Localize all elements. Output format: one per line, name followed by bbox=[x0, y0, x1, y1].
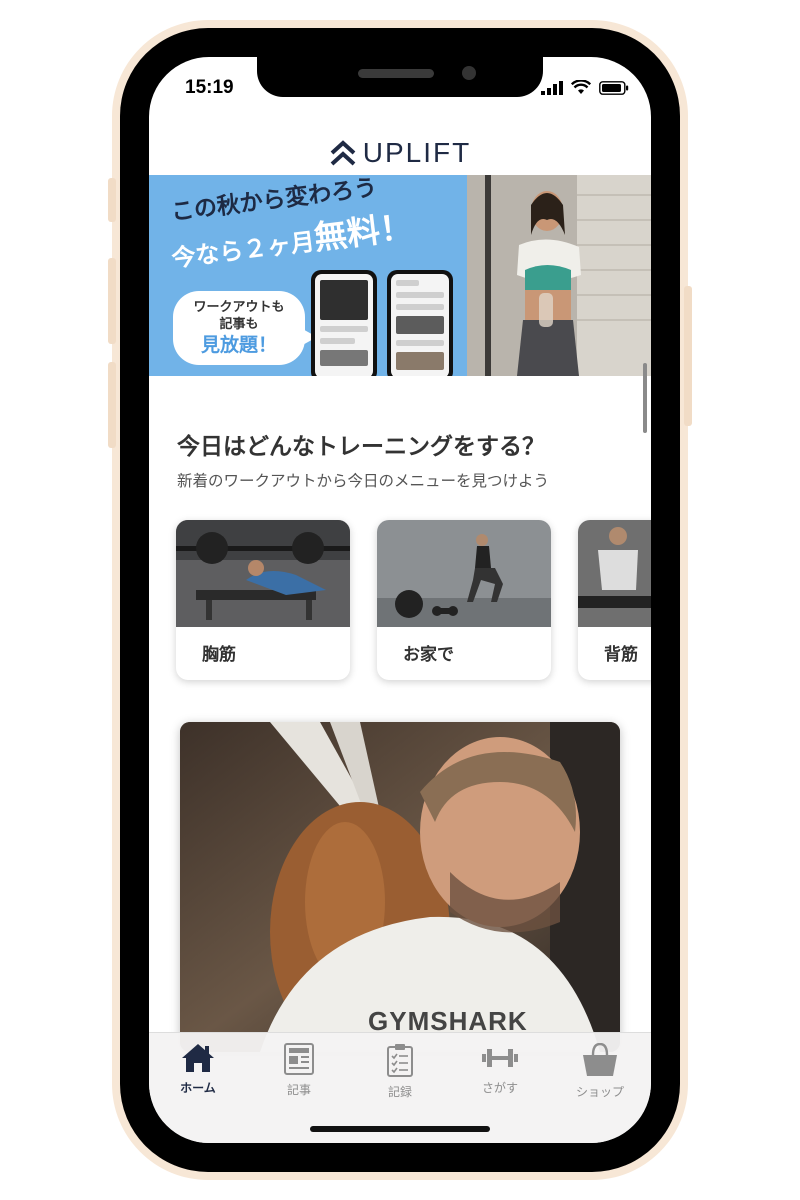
section-title: 今日はどんなトレーニングをする？ bbox=[177, 434, 545, 460]
notch bbox=[257, 57, 543, 97]
tab-shop[interactable]: ショップ bbox=[560, 1043, 640, 1107]
banner-offer-prefix: 今なら２ヶ月 bbox=[170, 227, 317, 273]
tab-label-shop: ショップ bbox=[575, 1085, 624, 1099]
home-icon bbox=[182, 1044, 214, 1072]
section-subtitle: 新着のワークアウトから今日のメニューを見つけよう bbox=[177, 472, 550, 490]
front-camera bbox=[462, 66, 476, 80]
home-workout-photo bbox=[377, 520, 551, 627]
battery-icon bbox=[599, 81, 629, 95]
home-indicator[interactable] bbox=[310, 1126, 490, 1132]
power-button bbox=[684, 286, 692, 426]
device-mockup: 15:19 UPLIFT この秋から変わろう 今なら２ヶ月無料！ ワークアウトも… bbox=[0, 0, 800, 1200]
banner-offer-highlight: 無料！ bbox=[311, 206, 415, 258]
scroll-indicator[interactable] bbox=[643, 363, 647, 433]
back-workout-photo bbox=[578, 520, 651, 627]
category-card-chest[interactable]: 胸筋 bbox=[176, 520, 350, 680]
status-time: 15:19 bbox=[185, 77, 234, 98]
dumbbell-icon bbox=[482, 1049, 518, 1067]
tab-articles[interactable]: 記事 bbox=[259, 1043, 339, 1107]
category-label-back: 背筋 bbox=[604, 645, 638, 665]
tab-records[interactable]: 記録 bbox=[360, 1043, 440, 1107]
category-image-chest bbox=[176, 520, 350, 627]
bubble-line-3: 見放題！ bbox=[200, 334, 277, 356]
mockup-phone-right bbox=[387, 270, 453, 376]
bubble-line-1: ワークアウトも bbox=[193, 300, 285, 315]
category-image-back bbox=[578, 520, 651, 627]
speech-bubble: ワークアウトも 記事も 見放題！ bbox=[173, 291, 305, 365]
uplift-logo-icon bbox=[330, 140, 356, 166]
tab-label-search: さがす bbox=[481, 1081, 518, 1095]
app-header: UPLIFT bbox=[149, 129, 651, 177]
category-label-chest: 胸筋 bbox=[202, 645, 236, 665]
category-card-home[interactable]: お家で bbox=[377, 520, 551, 680]
tab-home[interactable]: ホーム bbox=[158, 1043, 238, 1107]
category-image-home bbox=[377, 520, 551, 627]
bubble-line-2: 記事も bbox=[219, 317, 259, 332]
tab-label-home: ホーム bbox=[180, 1081, 216, 1095]
clipboard-icon bbox=[387, 1044, 413, 1077]
signal-icon bbox=[541, 81, 563, 95]
bench-press-photo bbox=[176, 520, 350, 627]
mute-switch bbox=[108, 178, 116, 222]
status-icons bbox=[541, 80, 629, 95]
woman-athlete-illustration bbox=[467, 175, 651, 376]
tab-search[interactable]: さがす bbox=[460, 1043, 540, 1107]
promo-banner[interactable]: この秋から変わろう 今なら２ヶ月無料！ ワークアウトも 記事も 見放題！ bbox=[149, 175, 651, 376]
category-carousel[interactable]: 胸筋 お家で 背筋 bbox=[149, 520, 651, 686]
category-card-back[interactable]: 背筋 bbox=[578, 520, 651, 680]
mockup-phone-left bbox=[311, 270, 377, 376]
volume-down-button bbox=[108, 362, 116, 448]
mockup-screen-left bbox=[315, 274, 373, 376]
brand-name: UPLIFT bbox=[362, 137, 472, 168]
wifi-icon bbox=[571, 80, 591, 94]
app-screen: 15:19 UPLIFT この秋から変わろう 今なら２ヶ月無料！ ワークアウトも… bbox=[149, 57, 651, 1143]
boxing-man-photo bbox=[180, 722, 620, 1052]
article-icon bbox=[284, 1043, 314, 1075]
speaker-grille bbox=[358, 69, 434, 78]
tab-label-articles: 記事 bbox=[286, 1083, 311, 1097]
featured-workout-card[interactable]: GYMSHARK bbox=[180, 722, 620, 1052]
banner-photo bbox=[467, 175, 651, 376]
category-label-home: お家で bbox=[403, 645, 454, 665]
tab-label-records: 記録 bbox=[387, 1085, 412, 1099]
shopping-bag-icon bbox=[583, 1043, 617, 1076]
volume-up-button bbox=[108, 258, 116, 344]
mockup-screen-right bbox=[391, 274, 449, 376]
